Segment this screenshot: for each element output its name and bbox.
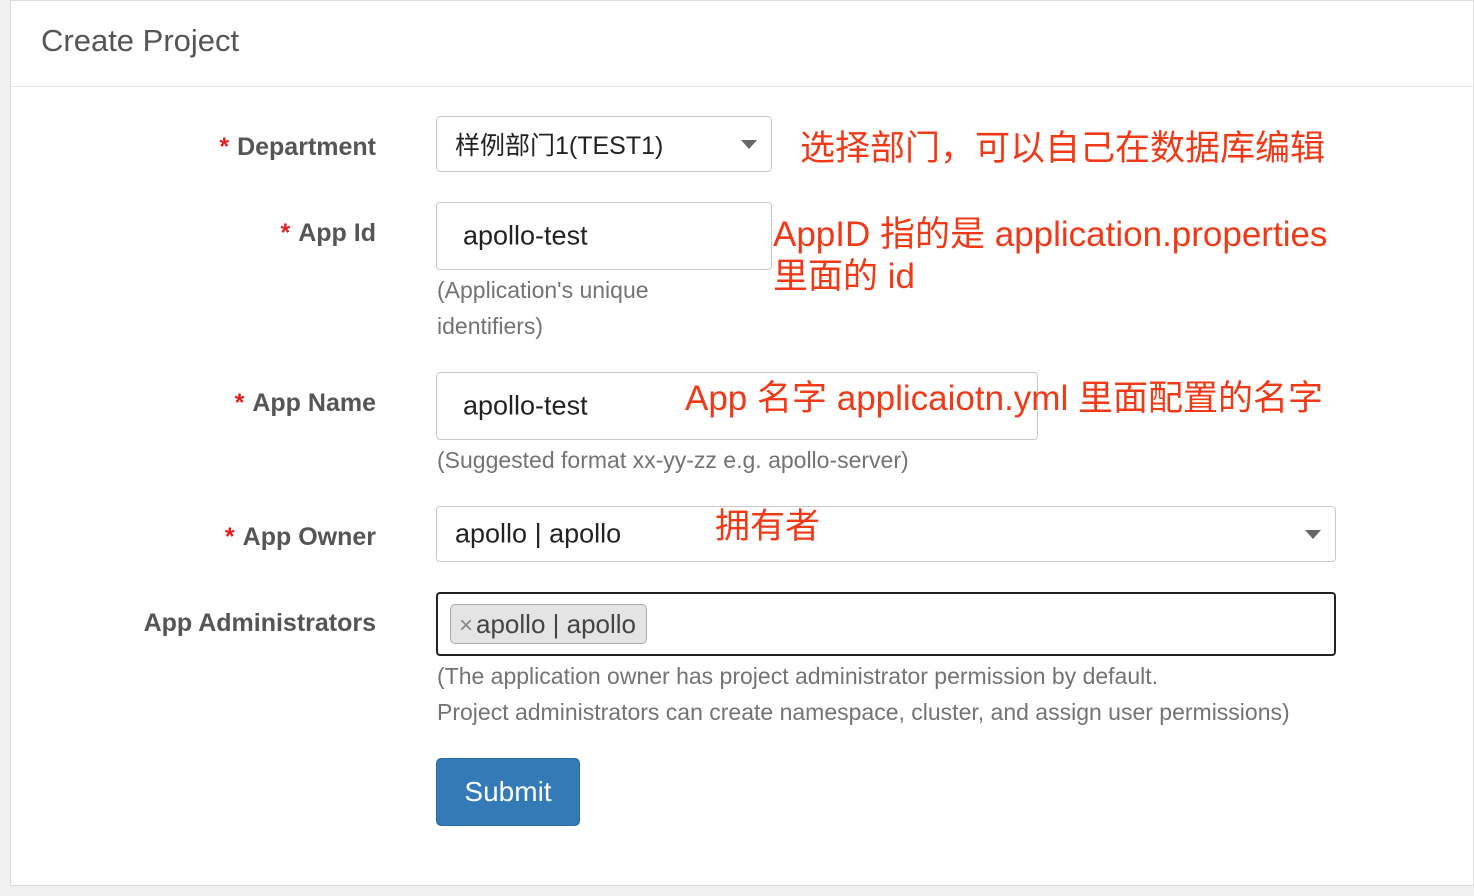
annotation-app-name: App 名字 applicaiotn.yml 里面配置的名字	[685, 379, 1323, 418]
required-marker: *	[219, 133, 230, 161]
app-id-label-text: App Id	[298, 219, 376, 247]
app-owner-label: * App Owner	[225, 523, 376, 552]
department-label: * Department	[219, 133, 376, 162]
app-id-help: (Application's unique identifiers)	[437, 272, 649, 344]
annotation-department: 选择部门，可以自己在数据库编辑	[800, 129, 1326, 168]
app-admins-help: (The application owner has project admin…	[437, 658, 1290, 730]
app-name-input-value: apollo-test	[463, 390, 588, 421]
department-select[interactable]: 样例部门1(TEST1)	[436, 116, 772, 172]
department-select-value: 样例部门1(TEST1)	[455, 132, 664, 160]
app-name-label: * App Name	[235, 389, 376, 418]
app-id-label: * App Id	[281, 219, 377, 248]
chevron-down-icon	[741, 140, 757, 149]
admin-tag-label: apollo | apollo	[476, 609, 637, 639]
app-id-input-value: apollo-test	[463, 220, 588, 251]
app-owner-label-text: App Owner	[242, 523, 376, 551]
chevron-down-icon	[1305, 530, 1321, 539]
required-marker: *	[280, 219, 291, 247]
department-label-text: Department	[237, 133, 376, 161]
app-admins-label: App Administrators	[143, 609, 376, 637]
app-admins-help-line-2: Project administrators can create namesp…	[437, 699, 1290, 725]
panel-header: Create Project	[11, 1, 1473, 87]
app-name-help: (Suggested format xx-yy-zz e.g. apollo-s…	[437, 447, 909, 473]
close-icon[interactable]: ×	[459, 612, 473, 639]
app-id-input[interactable]: apollo-test	[436, 202, 772, 270]
annotation-app-id: AppID 指的是 application.properties 里面的 id	[773, 214, 1327, 298]
app-name-label-text: App Name	[252, 389, 376, 417]
app-owner-select[interactable]: apollo | apollo	[436, 506, 1336, 562]
required-marker: *	[234, 389, 245, 417]
annotation-app-id-line-1: AppID 指的是 application.properties	[773, 215, 1328, 254]
app-id-help-line-1: (Application's unique	[437, 277, 649, 303]
app-admins-multiselect[interactable]: × apollo | apollo	[436, 592, 1336, 656]
admin-tag: × apollo | apollo	[450, 604, 648, 644]
page-title: Create Project	[41, 23, 240, 58]
required-marker: *	[224, 523, 235, 551]
annotation-app-owner: 拥有者	[715, 507, 821, 546]
submit-button[interactable]: Submit	[436, 758, 580, 826]
annotation-app-id-line-2: 里面的 id	[773, 257, 915, 296]
app-id-help-line-2: identifiers)	[437, 313, 544, 339]
app-admins-help-line-1: (The application owner has project admin…	[437, 663, 1159, 689]
app-owner-select-value: apollo | apollo	[455, 518, 622, 549]
